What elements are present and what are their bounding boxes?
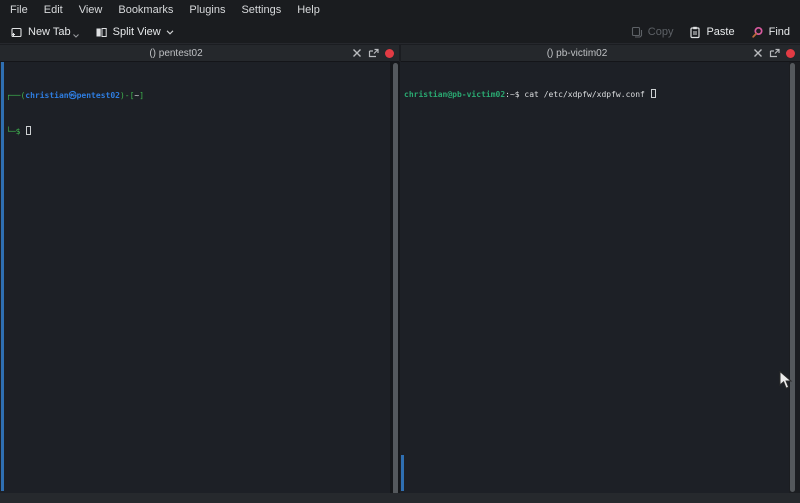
split-view-icon [95, 26, 108, 39]
new-tab-icon [10, 26, 23, 39]
pane-header-left-icons [352, 48, 399, 58]
menu-item-help[interactable]: Help [289, 0, 328, 21]
menu-item-view[interactable]: View [71, 0, 111, 21]
new-tab-button[interactable]: New Tab [4, 22, 85, 43]
menu-item-settings[interactable]: Settings [233, 0, 289, 21]
split-view-button[interactable]: Split View [89, 22, 180, 43]
paste-button[interactable]: Paste [683, 22, 740, 43]
scroll-indicator-left-pane[interactable] [1, 62, 4, 491]
menu-item-plugins[interactable]: Plugins [181, 0, 233, 21]
scrollbar-left-pane[interactable] [393, 63, 398, 495]
scroll-indicator-right-pane[interactable] [401, 455, 404, 491]
terminal-left-pentest02[interactable]: ┌──(christian㉿pentest02)-[~] └─$ [0, 62, 390, 493]
find-button[interactable]: Find [745, 22, 796, 43]
detach-pane-icon[interactable] [368, 48, 379, 58]
pane-header-right-icons [753, 48, 800, 58]
menu-bar: File Edit View Bookmarks Plugins Setting… [0, 0, 800, 21]
detach-pane-icon[interactable] [769, 48, 780, 58]
terminal-cursor [26, 126, 31, 135]
toolbar: New Tab Split View [0, 21, 800, 44]
terminal-cursor [651, 89, 656, 98]
close-pane-button[interactable] [385, 49, 394, 58]
menu-item-file[interactable]: File [2, 0, 36, 21]
copy-button[interactable]: Copy [625, 22, 680, 43]
new-tab-label: New Tab [28, 26, 71, 38]
paste-label: Paste [706, 26, 734, 38]
menu-item-edit[interactable]: Edit [36, 0, 71, 21]
konsole-window: File Edit View Bookmarks Plugins Setting… [0, 0, 800, 503]
split-view-label: Split View [113, 26, 161, 38]
pane-title-left: () pentest02 [0, 48, 352, 59]
menu-item-bookmarks[interactable]: Bookmarks [110, 0, 181, 21]
terminal-right-pb-victim02[interactable]: christian@pb-victim02:~$ cat /etc/xdpfw/… [400, 62, 789, 493]
close-pane-button[interactable] [786, 49, 795, 58]
mouse-pointer-icon [779, 371, 793, 390]
copy-icon [631, 26, 643, 39]
find-icon [751, 26, 764, 39]
terminal-line: └─$ [6, 126, 390, 138]
pane-header-left: () pentest02 [0, 45, 399, 62]
chevron-down-icon [166, 30, 174, 35]
maximize-pane-icon[interactable] [352, 48, 362, 58]
copy-label: Copy [648, 26, 674, 38]
paste-icon [689, 26, 701, 39]
toolbar-right-group: Copy Paste [621, 22, 800, 43]
window-bottom-strip [0, 493, 800, 503]
find-label: Find [769, 26, 790, 38]
pane-header-right: () pb-victim02 [401, 45, 800, 62]
maximize-pane-icon[interactable] [753, 48, 763, 58]
terminal-line: ┌──(christian㉿pentest02)-[~] [6, 90, 390, 102]
scrollbar-right-pane[interactable] [790, 63, 795, 492]
caret-down-icon [73, 34, 79, 38]
terminal-line: christian@pb-victim02:~$ cat /etc/xdpfw/… [404, 89, 789, 101]
pane-title-right: () pb-victim02 [401, 48, 753, 59]
